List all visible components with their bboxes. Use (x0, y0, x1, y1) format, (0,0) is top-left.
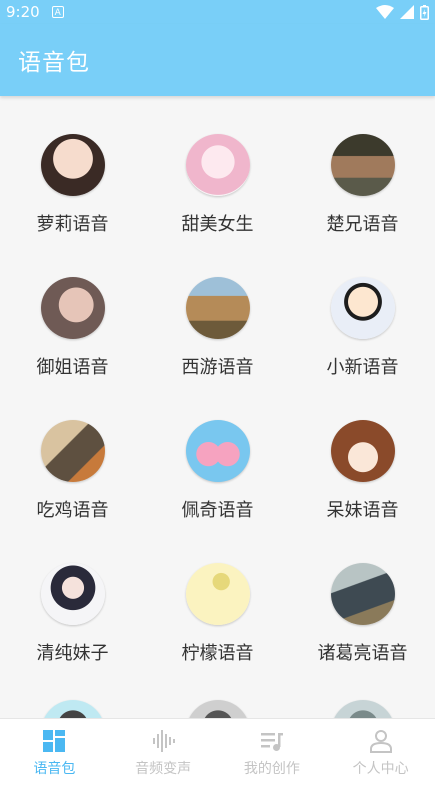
voice-pack-label: 楚兄语音 (326, 214, 399, 235)
voice-pack-item[interactable]: 萝莉语音 (0, 96, 145, 236)
voice-pack-item[interactable] (145, 668, 290, 718)
tab-audio-voice-change[interactable]: 音频变声 (109, 719, 218, 787)
avatar (185, 420, 250, 482)
voice-pack-label: 小新语音 (326, 357, 399, 378)
battery-icon (420, 4, 429, 20)
avatar (330, 563, 395, 625)
voice-pack-item[interactable] (290, 668, 435, 718)
signal-icon (400, 5, 414, 19)
voice-pack-item[interactable]: 小新语音 (290, 239, 435, 379)
status-bar: 9:20 A (0, 0, 435, 24)
avatar (185, 277, 250, 339)
person-icon (369, 730, 392, 753)
voice-pack-label: 呆妹语音 (326, 500, 399, 521)
voice-pack-label: 西游语音 (181, 357, 254, 378)
avatar (185, 563, 250, 625)
avatar (40, 563, 105, 625)
tab-label: 我的创作 (243, 761, 300, 777)
notification-icon: A (51, 6, 64, 18)
wifi-icon (376, 5, 394, 19)
voice-pack-label: 御姐语音 (36, 357, 109, 378)
voice-pack-item[interactable]: 诸葛亮语音 (290, 525, 435, 665)
tab-label: 个人中心 (352, 761, 409, 777)
waveform-icon (153, 730, 176, 752)
tab-label: 音频变声 (135, 761, 192, 777)
avatar (330, 277, 395, 339)
voice-pack-item[interactable]: 楚兄语音 (290, 96, 435, 236)
voice-pack-item[interactable]: 清纯妹子 (0, 525, 145, 665)
voice-pack-label: 诸葛亮语音 (317, 643, 408, 664)
tab-voice-pack[interactable]: 语音包 (0, 719, 109, 787)
voice-pack-item[interactable]: 吃鸡语音 (0, 382, 145, 522)
status-time: 9:20 (6, 3, 40, 21)
bottom-tab-bar: 语音包 音频变声 我的创作 个人中心 (0, 718, 435, 787)
avatar (40, 134, 105, 196)
tab-label: 语音包 (33, 761, 76, 777)
voice-pack-grid: 萝莉语音 甜美女生 楚兄语音 御姐语音 西游语音 小新语音 吃鸡语音 佩奇语音 … (0, 96, 435, 718)
avatar (40, 420, 105, 482)
avatar (40, 700, 105, 718)
voice-pack-item[interactable]: 甜美女生 (145, 96, 290, 236)
avatar (330, 420, 395, 482)
grid-icon (43, 730, 66, 752)
voice-pack-label: 佩奇语音 (181, 500, 254, 521)
voice-pack-label: 萝莉语音 (36, 214, 109, 235)
app-bar: 语音包 (0, 24, 435, 96)
page-title: 语音包 (18, 50, 90, 76)
avatar (330, 134, 395, 196)
avatar (185, 700, 250, 718)
voice-pack-label: 甜美女生 (181, 214, 254, 235)
voice-pack-label: 清纯妹子 (36, 643, 109, 664)
voice-pack-item[interactable]: 呆妹语音 (290, 382, 435, 522)
avatar (185, 134, 250, 196)
voice-pack-item[interactable]: 柠檬语音 (145, 525, 290, 665)
tab-profile[interactable]: 个人中心 (326, 719, 435, 787)
voice-pack-label: 柠檬语音 (181, 643, 254, 664)
tab-my-creations[interactable]: 我的创作 (218, 719, 327, 787)
voice-pack-item[interactable]: 佩奇语音 (145, 382, 290, 522)
avatar (40, 277, 105, 339)
voice-pack-item[interactable] (0, 668, 145, 718)
avatar (330, 700, 395, 718)
music-list-icon (260, 733, 283, 751)
voice-pack-label: 吃鸡语音 (36, 500, 109, 521)
voice-pack-item[interactable]: 西游语音 (145, 239, 290, 379)
voice-pack-item[interactable]: 御姐语音 (0, 239, 145, 379)
